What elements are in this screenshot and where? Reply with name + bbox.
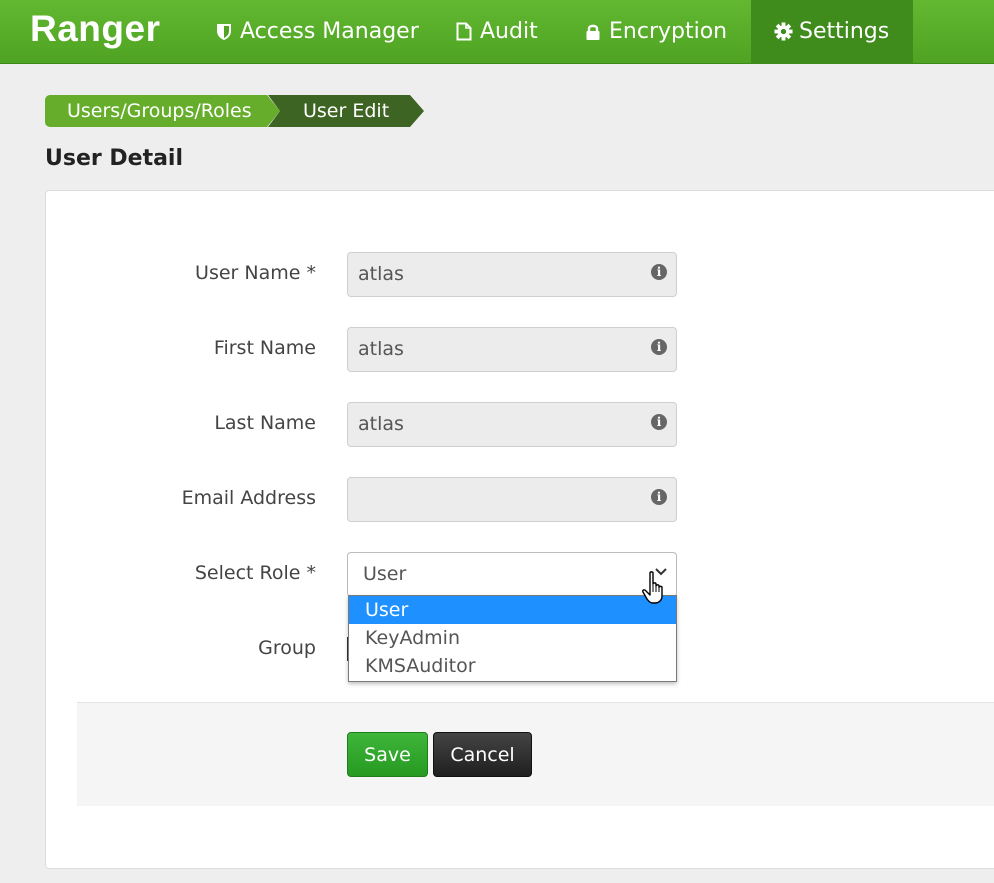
shield-icon <box>214 22 234 42</box>
email-label: Email Address <box>181 487 316 509</box>
nav-settings-label: Settings <box>799 19 890 44</box>
role-option-keyadmin[interactable]: KeyAdmin <box>349 624 676 652</box>
lock-icon <box>583 22 603 42</box>
user-name-value: atlas <box>358 263 404 285</box>
breadcrumb-users-groups-roles[interactable]: Users/Groups/Roles <box>45 95 280 127</box>
top-navbar: Ranger Access Manager Audit Encryption S… <box>0 0 994 64</box>
first-name-label: First Name <box>213 337 316 359</box>
nav-audit[interactable]: Audit <box>454 0 538 63</box>
file-icon <box>454 22 474 42</box>
role-select[interactable]: User <box>347 552 677 597</box>
user-name-label: User Name * <box>195 262 316 284</box>
gear-icon <box>773 22 793 42</box>
email-field[interactable]: i <box>347 477 677 522</box>
role-option-kmsauditor[interactable]: KMSAuditor <box>349 652 676 680</box>
last-name-label: Last Name <box>214 412 316 434</box>
select-role-label: Select Role * <box>194 562 316 584</box>
role-option-user[interactable]: User <box>349 596 676 624</box>
nav-encryption-label: Encryption <box>609 19 728 44</box>
nav-access-manager[interactable]: Access Manager <box>214 0 419 63</box>
info-icon[interactable]: i <box>651 489 667 505</box>
info-icon[interactable]: i <box>651 339 667 355</box>
last-name-field[interactable]: atlas i <box>347 402 677 447</box>
page-title: User Detail <box>45 146 184 171</box>
nav-audit-label: Audit <box>480 19 538 44</box>
save-button[interactable]: Save <box>347 732 428 777</box>
info-icon[interactable]: i <box>651 414 667 430</box>
last-name-value: atlas <box>358 413 404 435</box>
role-select-value: User <box>363 563 407 585</box>
ranger-logo[interactable]: Ranger <box>30 8 160 50</box>
breadcrumb-user-edit: User Edit <box>268 95 424 127</box>
nav-access-manager-label: Access Manager <box>240 19 419 44</box>
hand-cursor-icon <box>642 571 663 604</box>
user-name-field[interactable]: atlas i <box>347 252 677 297</box>
cancel-button[interactable]: Cancel <box>433 732 532 777</box>
first-name-value: atlas <box>358 338 404 360</box>
form-actions-bar <box>77 702 994 806</box>
first-name-field[interactable]: atlas i <box>347 327 677 372</box>
info-icon[interactable]: i <box>651 264 667 280</box>
group-label: Group <box>258 637 316 659</box>
nav-encryption[interactable]: Encryption <box>583 0 727 63</box>
nav-settings[interactable]: Settings <box>751 0 913 63</box>
role-dropdown-list: User KeyAdmin KMSAuditor <box>348 595 677 682</box>
